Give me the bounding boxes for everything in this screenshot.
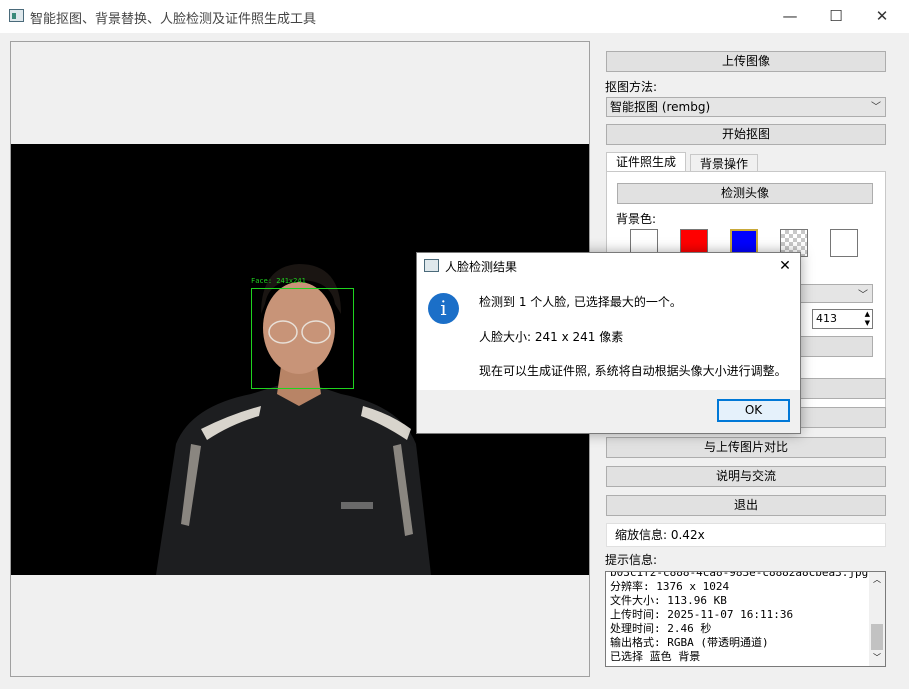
window-title: 智能抠图、背景替换、人脸检测及证件照生成工具 <box>30 12 317 27</box>
matting-method-select[interactable]: 智能抠图 (rembg) ﹀ <box>606 97 886 117</box>
log-line: b03c1f2-c888-4ca8-983e-c8882a8cbea3.jpg <box>610 571 869 579</box>
zoom-info: 缩放信息: 0.42x <box>606 523 886 547</box>
log-line: 处理时间: 2.46 秒 <box>610 622 712 635</box>
swatch-white-2[interactable] <box>830 229 858 257</box>
exit-button[interactable]: 退出 <box>606 495 886 516</box>
log-line: 已选择 蓝色 背景 <box>610 650 701 663</box>
maximize-button[interactable]: ☐ <box>813 0 859 33</box>
log-scrollbar[interactable]: ︿ ﹀ <box>869 572 885 666</box>
face-detection-dialog: 人脸检测结果 ✕ i 检测到 1 个人脸, 已选择最大的一个。 人脸大小: 24… <box>416 252 801 434</box>
dialog-message-3: 现在可以生成证件照, 系统将自动根据头像大小进行调整。 <box>479 364 787 378</box>
log-label: 提示信息: <box>605 553 658 567</box>
log-line: 分辨率: 1376 x 1024 <box>610 580 730 593</box>
dialog-title: 人脸检测结果 <box>445 260 518 274</box>
help-button[interactable]: 说明与交流 <box>606 466 886 487</box>
bg-color-label: 背景色: <box>616 212 657 226</box>
log-textbox[interactable]: b03c1f2-c888-4ca8-983e-c8882a8cbea3.jpg 分… <box>605 571 886 667</box>
dialog-app-icon <box>424 259 439 272</box>
spin-arrows-icon[interactable]: ▲ ▼ <box>865 310 870 328</box>
height-value: 413 <box>816 312 837 325</box>
info-icon: i <box>428 293 459 324</box>
log-line: 输出格式: RGBA (带透明通道) <box>610 636 769 649</box>
chevron-down-icon: ﹀ <box>858 290 868 301</box>
height-spinbox[interactable]: 413 ▲ ▼ <box>812 309 873 329</box>
scroll-up-icon[interactable]: ︿ <box>873 574 881 585</box>
dialog-message-1: 检测到 1 个人脸, 已选择最大的一个。 <box>479 295 682 309</box>
matting-method-label: 抠图方法: <box>605 80 658 94</box>
detect-face-button[interactable]: 检测头像 <box>617 183 873 204</box>
minimize-button[interactable]: — <box>767 0 813 33</box>
title-bar: 智能抠图、背景替换、人脸检测及证件照生成工具 — ☐ ✕ <box>0 0 909 33</box>
scroll-thumb[interactable] <box>871 624 883 650</box>
matting-method-value: 智能抠图 (rembg) <box>610 100 711 114</box>
dialog-close-button[interactable]: ✕ <box>772 255 798 277</box>
log-line: 上传时间: 2025-11-07 16:11:36 <box>610 608 794 621</box>
log-line: 文件大小: 113.96 KB <box>610 594 727 607</box>
app-icon <box>9 9 24 22</box>
dialog-message-2: 人脸大小: 241 x 241 像素 <box>479 330 624 344</box>
compare-button[interactable]: 与上传图片对比 <box>606 437 886 458</box>
face-detection-box <box>251 288 354 389</box>
close-button[interactable]: ✕ <box>859 0 905 33</box>
ok-button[interactable]: OK <box>717 399 790 422</box>
upload-image-button[interactable]: 上传图像 <box>606 51 886 72</box>
scroll-down-icon[interactable]: ﹀ <box>873 652 881 663</box>
log-lines: b03c1f2-c888-4ca8-983e-c8882a8cbea3.jpg 分… <box>610 571 869 664</box>
start-matting-button[interactable]: 开始抠图 <box>606 124 886 145</box>
tab-id-photo[interactable]: 证件照生成 <box>606 152 686 172</box>
chevron-down-icon: ﹀ <box>871 102 881 113</box>
tab-background[interactable]: 背景操作 <box>690 154 758 172</box>
face-label: Face: 241x241 <box>251 277 306 285</box>
